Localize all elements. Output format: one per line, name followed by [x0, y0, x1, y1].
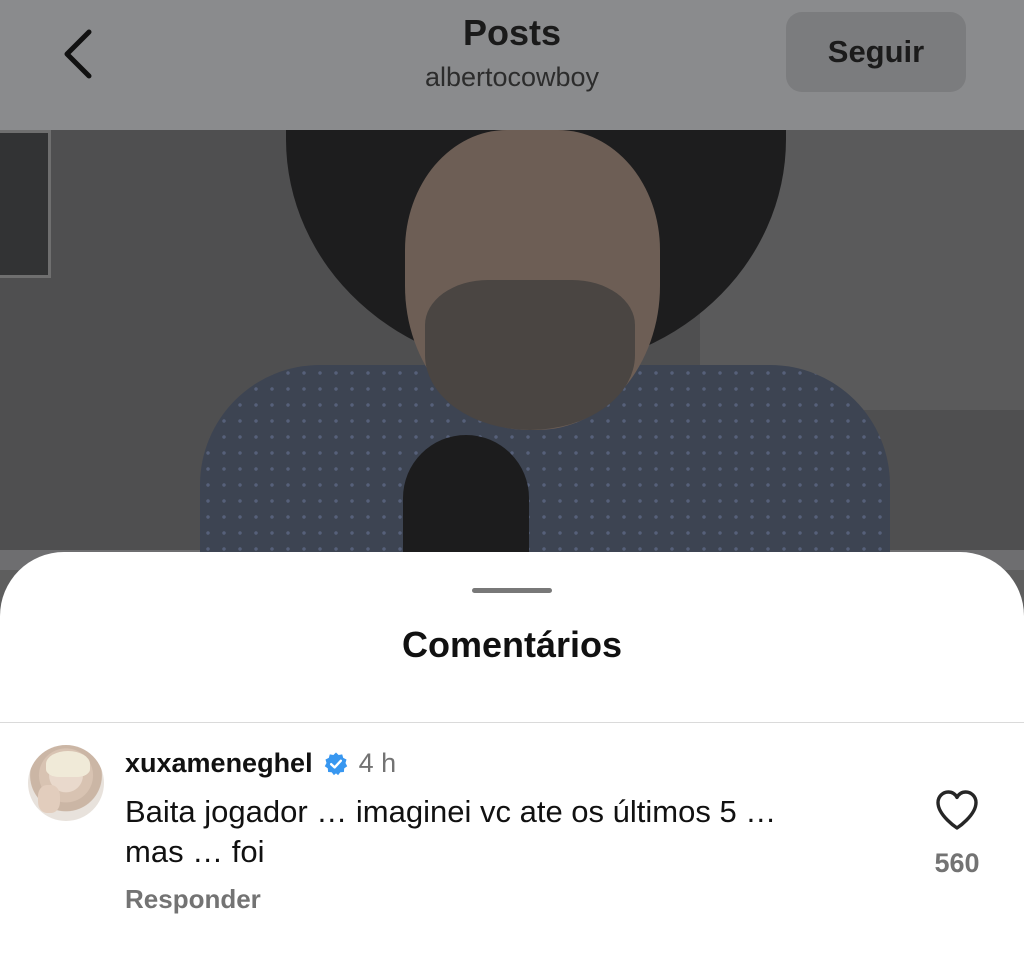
avatar-hair	[46, 751, 90, 777]
follow-button[interactable]: Seguir	[786, 12, 966, 92]
comment-text-line: mas … foi	[125, 834, 265, 869]
divider	[0, 722, 1024, 723]
verified-badge-icon	[324, 752, 347, 775]
microphone	[403, 435, 529, 570]
comment-text: Baita jogador … imaginei vc ate os últim…	[125, 792, 885, 872]
post-video[interactable]	[0, 130, 1024, 570]
comment-time: 4 h	[358, 748, 397, 778]
avatar-hand	[38, 785, 60, 813]
comments-title: Comentários	[401, 624, 623, 665]
like-button[interactable]	[934, 788, 980, 832]
like-count: 560	[934, 848, 980, 878]
comment-text-line: Baita jogador … imaginei vc ate os últim…	[125, 794, 777, 829]
avatar[interactable]	[28, 745, 104, 821]
person-beard	[425, 280, 635, 430]
sheet-drag-handle[interactable]	[472, 588, 552, 593]
comments-sheet: Comentários xuxameneghel 4 h Baita jogad…	[0, 552, 1024, 972]
reply-button[interactable]: Responder	[125, 884, 261, 915]
comment-header: xuxameneghel 4 h	[125, 748, 396, 779]
background-frame	[0, 130, 51, 278]
heart-outline-icon	[936, 790, 978, 830]
comment-username[interactable]: xuxameneghel	[125, 748, 313, 779]
top-navigation-bar: Posts albertocowboy Seguir	[0, 0, 1024, 130]
